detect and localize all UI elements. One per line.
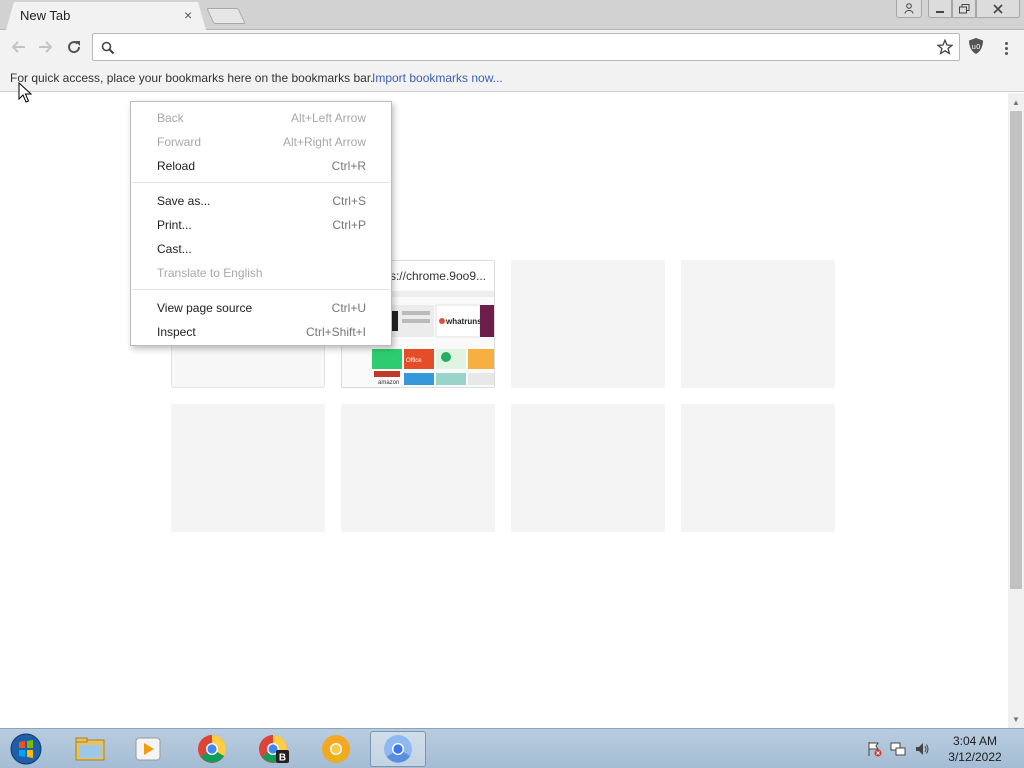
windows-start-icon[interactable] bbox=[6, 731, 46, 767]
forward-button[interactable] bbox=[36, 38, 56, 56]
menu-item-label: Forward bbox=[157, 135, 202, 149]
import-bookmarks-link[interactable]: Import bookmarks now... bbox=[372, 71, 503, 85]
close-tab-icon[interactable]: × bbox=[184, 7, 192, 23]
user-icon[interactable] bbox=[896, 0, 922, 18]
chrome-canary-icon[interactable] bbox=[308, 731, 364, 767]
mouse-cursor-icon bbox=[18, 82, 32, 103]
menu-item-label: Reload bbox=[157, 159, 196, 173]
network-icon[interactable] bbox=[890, 741, 906, 760]
scroll-down-icon[interactable]: ▼ bbox=[1008, 712, 1024, 726]
arrow-right-icon bbox=[39, 41, 53, 53]
vertical-scrollbar[interactable]: ▲ ▼ bbox=[1008, 93, 1024, 728]
volume-icon[interactable] bbox=[914, 741, 930, 760]
tab-title: New Tab bbox=[20, 8, 71, 23]
restore-icon[interactable] bbox=[952, 0, 976, 18]
menu-item-reload[interactable]: Reload Ctrl+R bbox=[131, 155, 391, 177]
minimize-icon[interactable] bbox=[928, 0, 952, 18]
reload-button[interactable] bbox=[64, 38, 84, 56]
system-tray bbox=[866, 741, 930, 760]
action-center-flag-icon[interactable] bbox=[866, 741, 882, 760]
bookmarks-bar-message: For quick access, place your bookmarks h… bbox=[10, 71, 374, 85]
most-visited-tile[interactable] bbox=[511, 260, 665, 388]
reload-icon bbox=[68, 41, 81, 54]
chrome-profile-b-icon[interactable]: B bbox=[246, 731, 302, 767]
menu-item-label: View page source bbox=[157, 301, 253, 315]
clock-date: 3/12/2022 bbox=[948, 750, 1002, 764]
most-visited-tile[interactable] bbox=[681, 260, 835, 388]
scrollbar-thumb[interactable] bbox=[1010, 111, 1022, 589]
menu-item-shortcut: Alt+Left Arrow bbox=[290, 111, 366, 125]
address-bar[interactable] bbox=[92, 33, 960, 61]
menu-item-forward[interactable]: Forward Alt+Right Arrow bbox=[131, 131, 391, 153]
svg-text:u0: u0 bbox=[972, 43, 981, 51]
menu-item-label: Inspect bbox=[157, 325, 196, 339]
media-player-icon[interactable] bbox=[120, 731, 176, 767]
menu-item-label: Back bbox=[157, 111, 184, 125]
new-tab-button[interactable] bbox=[206, 8, 246, 24]
menu-item-inspect[interactable]: Inspect Ctrl+Shift+I bbox=[131, 321, 391, 343]
most-visited-tile[interactable] bbox=[511, 404, 665, 532]
arrow-left-icon bbox=[11, 41, 25, 53]
menu-item-shortcut: Ctrl+U bbox=[331, 301, 366, 315]
menu-item-print[interactable]: Print... Ctrl+P bbox=[131, 214, 391, 236]
menu-separator bbox=[132, 289, 390, 290]
back-button[interactable] bbox=[8, 38, 28, 56]
menu-item-translate[interactable]: Translate to English bbox=[131, 262, 391, 284]
thumbnail-office: Office bbox=[406, 358, 422, 364]
menu-item-shortcut: Ctrl+Shift+I bbox=[305, 325, 366, 339]
bookmarks-bar: For quick access, place your bookmarks h… bbox=[0, 64, 1024, 92]
menu-item-shortcut: Ctrl+P bbox=[332, 218, 366, 232]
most-visited-tile[interactable] bbox=[171, 404, 325, 532]
menu-item-back[interactable]: Back Alt+Left Arrow bbox=[131, 107, 391, 129]
most-visited-tile[interactable] bbox=[341, 404, 495, 532]
star-icon[interactable] bbox=[936, 38, 954, 58]
close-window-icon[interactable] bbox=[976, 0, 1020, 18]
thumbnail-amazon: amazon bbox=[378, 380, 399, 386]
most-visited-tile[interactable] bbox=[681, 404, 835, 532]
clock-time: 3:04 AM bbox=[952, 734, 998, 748]
scroll-up-icon[interactable]: ▲ bbox=[1008, 95, 1024, 109]
tab-new-tab[interactable]: New Tab × bbox=[6, 2, 206, 30]
toolbar bbox=[0, 30, 1024, 64]
chrome-icon[interactable] bbox=[184, 731, 240, 767]
taskbar-clock[interactable]: 3:04 AM 3/12/2022 bbox=[930, 733, 1020, 765]
chromium-icon[interactable] bbox=[370, 731, 426, 767]
menu-item-label: Print... bbox=[157, 218, 192, 232]
search-icon bbox=[101, 41, 115, 58]
tab-strip: New Tab × bbox=[0, 0, 1024, 30]
menu-item-label: Cast... bbox=[157, 242, 192, 256]
context-menu: Back Alt+Left Arrow Forward Alt+Right Ar… bbox=[130, 101, 392, 346]
menu-item-view-source[interactable]: View page source Ctrl+U bbox=[131, 297, 391, 319]
profile-badge: B bbox=[279, 753, 286, 764]
menu-item-label: Translate to English bbox=[157, 266, 263, 280]
file-explorer-icon[interactable] bbox=[62, 731, 118, 767]
menu-item-shortcut: Ctrl+S bbox=[332, 194, 366, 208]
menu-separator bbox=[132, 182, 390, 183]
menu-item-label: Save as... bbox=[157, 194, 211, 208]
menu-item-shortcut: Ctrl+R bbox=[331, 159, 366, 173]
menu-item-cast[interactable]: Cast... bbox=[131, 238, 391, 260]
vertical-dots-icon[interactable] bbox=[1000, 38, 1012, 58]
thumbnail-whatruns: whatruns bbox=[445, 317, 482, 326]
ublock-shield-icon[interactable]: u0 bbox=[968, 37, 984, 58]
menu-item-save-as[interactable]: Save as... Ctrl+S bbox=[131, 190, 391, 212]
menu-item-shortcut: Alt+Right Arrow bbox=[282, 135, 366, 149]
taskbar: B 3:04 AM 3/12/2022 bbox=[0, 728, 1024, 768]
